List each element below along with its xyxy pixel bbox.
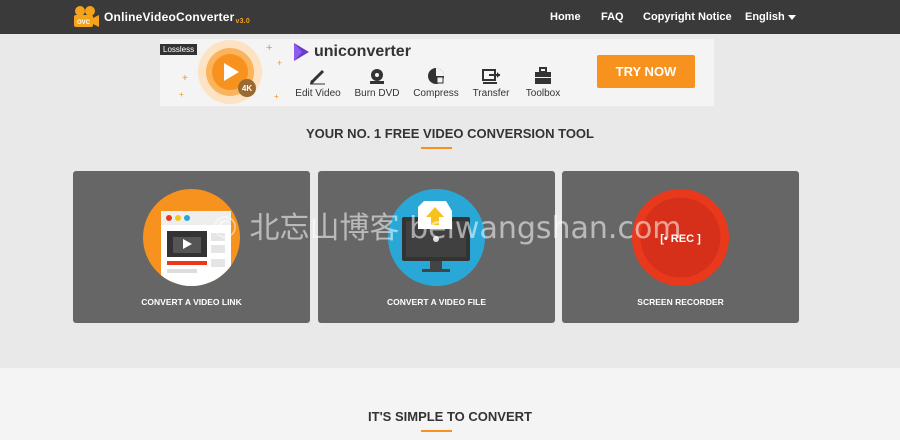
- svg-text:+: +: [266, 42, 272, 54]
- card-label: SCREEN RECORDER: [637, 297, 724, 307]
- compress-icon: [406, 66, 466, 86]
- film-camera-logo-icon: OVC: [72, 5, 100, 29]
- nav-faq-link[interactable]: FAQ: [601, 0, 624, 34]
- feature-label: Compress: [413, 88, 459, 99]
- svg-text:+: +: [274, 92, 279, 101]
- convert-video-link-card[interactable]: CONVERT A VIDEO LINK: [73, 171, 310, 323]
- convert-video-file-card[interactable]: CONVERT A VIDEO FILE: [318, 171, 555, 323]
- screen-recorder-card[interactable]: [• REC ] SCREEN RECORDER: [562, 171, 799, 323]
- feature-label: Toolbox: [525, 88, 561, 99]
- language-dropdown[interactable]: English: [745, 0, 796, 34]
- feature-transfer[interactable]: Transfer: [461, 66, 521, 99]
- video-link-icon: [143, 189, 240, 286]
- uniconverter-brand: uniconverter: [292, 42, 411, 62]
- language-label: English: [745, 11, 785, 23]
- svg-text:+: +: [179, 90, 184, 99]
- toolbox-icon: [513, 66, 573, 86]
- transfer-icon: [461, 66, 521, 86]
- nav-copyright-link[interactable]: Copyright Notice: [643, 0, 732, 34]
- feature-label: Burn DVD: [354, 88, 400, 99]
- uniconverter-name: uniconverter: [314, 43, 411, 60]
- feature-toolbox[interactable]: Toolbox: [513, 66, 573, 99]
- play-4k-art: 4K + + + + +: [174, 39, 294, 106]
- feature-label: Edit Video: [295, 88, 341, 99]
- logo-badge-text: OVC: [77, 20, 91, 26]
- feature-edit-video[interactable]: Edit Video: [288, 66, 348, 99]
- record-icon: [• REC ]: [632, 189, 729, 286]
- ad-banner[interactable]: Lossless 4K + + + + + uniconverter Edit …: [160, 39, 714, 106]
- svg-text:+: +: [182, 73, 188, 84]
- site-name: OnlineVideoConverterv3.0: [104, 9, 250, 25]
- nav-home-link[interactable]: Home: [550, 0, 581, 34]
- card-label: CONVERT A VIDEO FILE: [386, 297, 487, 307]
- try-now-button[interactable]: TRY NOW: [597, 55, 695, 88]
- card-label: CONVERT A VIDEO LINK: [141, 297, 242, 307]
- svg-text:+: +: [277, 58, 282, 68]
- feature-compress[interactable]: Compress: [406, 66, 466, 99]
- top-nav-bar: OVC OnlineVideoConverterv3.0 Home FAQ Co…: [0, 0, 900, 34]
- site-version: v3.0: [235, 17, 250, 25]
- site-logo[interactable]: OVC OnlineVideoConverterv3.0: [72, 4, 250, 30]
- monitor-upload-icon: [388, 189, 485, 286]
- pencil-icon: [288, 66, 348, 86]
- chevron-down-icon: [787, 14, 796, 20]
- headline-underline: [421, 147, 452, 149]
- 4k-label: 4K: [242, 84, 252, 93]
- feature-label: Transfer: [472, 88, 510, 99]
- page-headline: YOUR NO. 1 FREE VIDEO CONVERSION TOOL: [306, 126, 594, 141]
- section-underline: [421, 430, 452, 432]
- disc-icon: [347, 66, 407, 86]
- rec-badge-text: [• REC ]: [660, 233, 701, 245]
- feature-burn-dvd[interactable]: Burn DVD: [347, 66, 407, 99]
- section-headline: IT'S SIMPLE TO CONVERT: [368, 409, 532, 424]
- uniconverter-logo-icon: [294, 43, 309, 61]
